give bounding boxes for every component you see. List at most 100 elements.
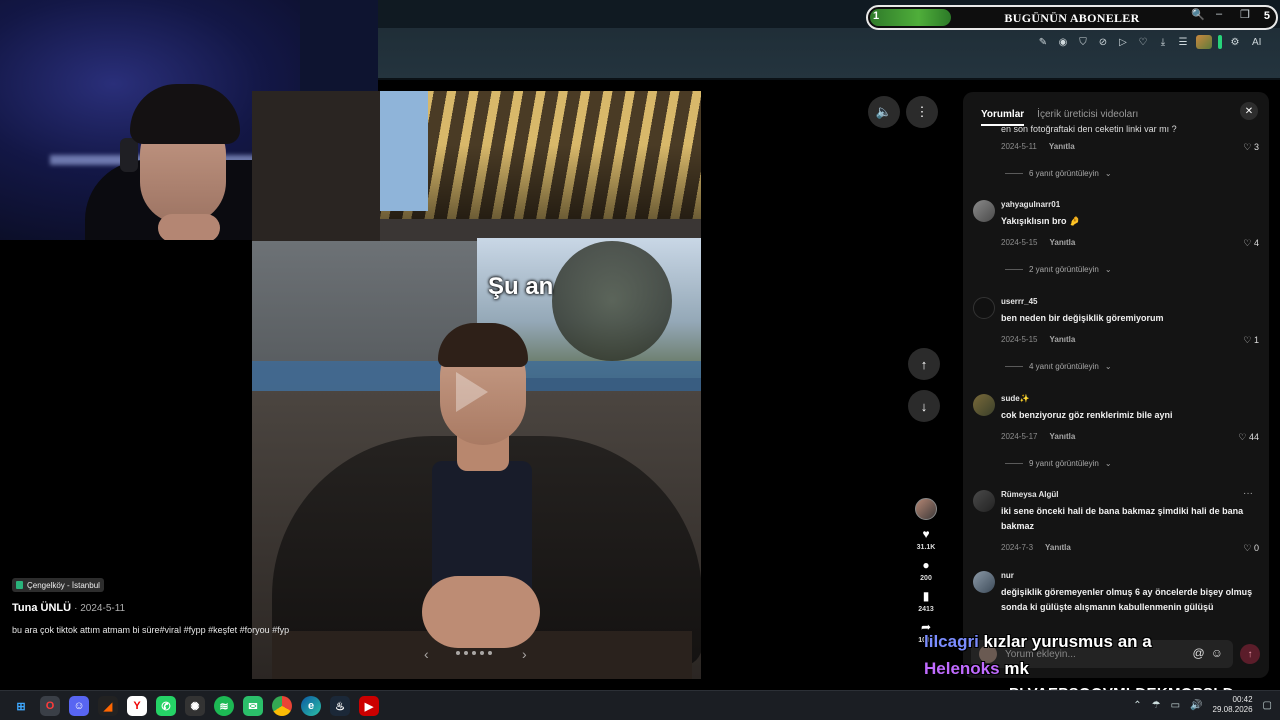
- like-count: 4: [1253, 238, 1259, 248]
- creator-avatar[interactable]: [915, 498, 937, 520]
- arrow-down-icon: ↓: [920, 398, 928, 414]
- comment-like[interactable]: ♡ 3: [1243, 142, 1259, 153]
- chat-username: Helenoks: [924, 659, 1000, 678]
- location-icon: [16, 581, 23, 589]
- video-actions: ♥ 31.1K ● 200 ▮ 2413 ➦ 1097: [912, 498, 940, 644]
- windows-start-icon[interactable]: ⊞: [11, 696, 31, 716]
- search-icon[interactable]: 🔍: [1191, 8, 1205, 21]
- settings-icon[interactable]: ⚙: [1228, 35, 1242, 49]
- send-button[interactable]: ↑: [1240, 644, 1260, 664]
- avatar[interactable]: [973, 394, 995, 416]
- ai-button[interactable]: AI: [1252, 37, 1261, 48]
- media-player-icon[interactable]: ▶: [359, 696, 379, 716]
- like-icon[interactable]: ♥: [922, 528, 929, 540]
- clock[interactable]: 00:42 29.08.2026: [1213, 695, 1253, 715]
- comment-item: sude✨ cok benziyoruz göz renklerimiz bil…: [973, 394, 1263, 454]
- reply-button[interactable]: Yanıtla: [1049, 335, 1075, 344]
- menu-icon[interactable]: ☰: [1176, 35, 1190, 49]
- volume-icon: 🔈: [875, 104, 893, 119]
- carousel-next-icon[interactable]: ›: [522, 646, 527, 662]
- heart-icon[interactable]: ♡: [1136, 35, 1150, 49]
- tray-app-icon[interactable]: ☂: [1152, 700, 1161, 711]
- shield-icon[interactable]: ⛉: [1076, 35, 1090, 49]
- edge-icon[interactable]: e: [301, 696, 321, 716]
- minimize-button[interactable]: –: [1216, 8, 1222, 20]
- more-icon: ⋮: [915, 104, 929, 119]
- comment-like[interactable]: ♡ 1: [1243, 335, 1259, 346]
- edit-icon[interactable]: ✎: [1036, 35, 1050, 49]
- yandex-icon[interactable]: Y: [127, 696, 147, 716]
- avatar[interactable]: [973, 490, 995, 512]
- comment-username[interactable]: userrr_45: [1001, 297, 1037, 306]
- volume-icon[interactable]: 🔊: [1190, 700, 1202, 711]
- comment-like[interactable]: ♡ 44: [1238, 432, 1259, 443]
- reply-button[interactable]: Yanıtla: [1049, 238, 1075, 247]
- notification-icon[interactable]: ▢: [1263, 700, 1272, 711]
- close-panel-button[interactable]: ✕: [1240, 102, 1258, 120]
- camera-icon[interactable]: ◉: [1056, 35, 1070, 49]
- comment-meta: 2024-5-15 Yanıtla: [1001, 238, 1075, 247]
- opera-gx-icon[interactable]: O: [40, 696, 60, 716]
- like-count: 3: [1253, 142, 1259, 152]
- vpn-icon[interactable]: ⊘: [1096, 35, 1110, 49]
- play-icon[interactable]: ▷: [1116, 35, 1130, 49]
- comments-panel: Yorumlar İçerik üreticisi videoları ✕ en…: [963, 92, 1269, 678]
- reply-button[interactable]: Yanıtla: [1049, 432, 1075, 441]
- more-options-button[interactable]: ⋮: [906, 96, 938, 128]
- volume-button[interactable]: 🔈: [868, 96, 900, 128]
- maximize-button[interactable]: ❐: [1240, 8, 1250, 21]
- chrome-icon[interactable]: [272, 696, 292, 716]
- carousel-dots: [456, 651, 492, 655]
- avatar[interactable]: [973, 297, 995, 319]
- comment-icon[interactable]: ●: [922, 559, 929, 571]
- davinci-icon[interactable]: ✺: [185, 696, 205, 716]
- spotify-icon[interactable]: ≋: [214, 696, 234, 716]
- reply-button[interactable]: Yanıtla: [1049, 142, 1075, 151]
- video-description: bu ara çok tiktok attım atmam bi süre#vi…: [12, 625, 290, 635]
- like-count: 0: [1253, 543, 1259, 553]
- view-replies-button[interactable]: 2 yanıt görüntüleyin ⌄: [1005, 265, 1112, 274]
- sky-patch: [380, 91, 428, 211]
- previous-video-button[interactable]: ↑: [908, 348, 940, 380]
- streamer-hair: [130, 84, 240, 144]
- arrow-up-icon: ↑: [920, 356, 928, 372]
- view-replies-button[interactable]: 6 yanıt görüntüleyin ⌄: [1005, 169, 1112, 178]
- bookmark-icon[interactable]: ▮: [923, 590, 930, 602]
- comment-username[interactable]: Rümeysa Algül: [1001, 490, 1059, 499]
- download-icon[interactable]: ⤓: [1156, 35, 1170, 49]
- chevron-down-icon: ⌄: [1104, 459, 1112, 468]
- whatsapp-business-icon[interactable]: ✉: [243, 696, 263, 716]
- comment-username[interactable]: nur: [1001, 571, 1014, 580]
- ceiling-shadow: [380, 91, 701, 226]
- reply-button[interactable]: Yanıtla: [1045, 543, 1071, 552]
- next-video-button[interactable]: ↓: [908, 390, 940, 422]
- comment-like[interactable]: ♡ 4: [1243, 238, 1259, 249]
- emoji-icon[interactable]: ☺: [1211, 646, 1223, 660]
- play-overlay-icon[interactable]: [456, 372, 488, 412]
- comment-username[interactable]: sude✨: [1001, 394, 1030, 403]
- app-icon[interactable]: ◢: [98, 696, 118, 716]
- author-name[interactable]: Tuna ÜNLÜ: [12, 602, 71, 614]
- comment-like[interactable]: ♡ 0: [1243, 543, 1259, 554]
- view-replies-button[interactable]: 4 yanıt görüntüleyin ⌄: [1005, 362, 1112, 371]
- comment-more-icon[interactable]: ···: [1243, 488, 1253, 499]
- avatar[interactable]: [973, 571, 995, 593]
- network-icon[interactable]: ▭: [1171, 700, 1180, 711]
- comment-username[interactable]: yahyagulnarr01: [1001, 200, 1060, 209]
- comment-meta: 2024-5-11 Yanıtla: [1001, 142, 1075, 151]
- discord-icon[interactable]: ☺: [69, 696, 89, 716]
- avatar[interactable]: [973, 200, 995, 222]
- chevron-up-icon[interactable]: ⌃: [1133, 700, 1141, 711]
- tree: [552, 241, 672, 361]
- whatsapp-icon[interactable]: ✆: [156, 696, 176, 716]
- carousel-prev-icon[interactable]: ‹: [424, 646, 429, 662]
- like-count: 1: [1253, 335, 1259, 345]
- status-indicator: [1218, 35, 1222, 49]
- extension-avatar-icon[interactable]: [1196, 35, 1212, 49]
- location-tag[interactable]: Çengelköy - İstanbul: [12, 578, 104, 592]
- mention-icon[interactable]: @: [1193, 646, 1205, 660]
- chevron-down-icon: ⌄: [1104, 362, 1112, 371]
- view-replies-button[interactable]: 9 yanıt görüntüleyin ⌄: [1005, 459, 1112, 468]
- comment-item: nur değişiklik göremeyenler olmuş 6 ay ö…: [973, 571, 1263, 631]
- steam-icon[interactable]: ♨: [330, 696, 350, 716]
